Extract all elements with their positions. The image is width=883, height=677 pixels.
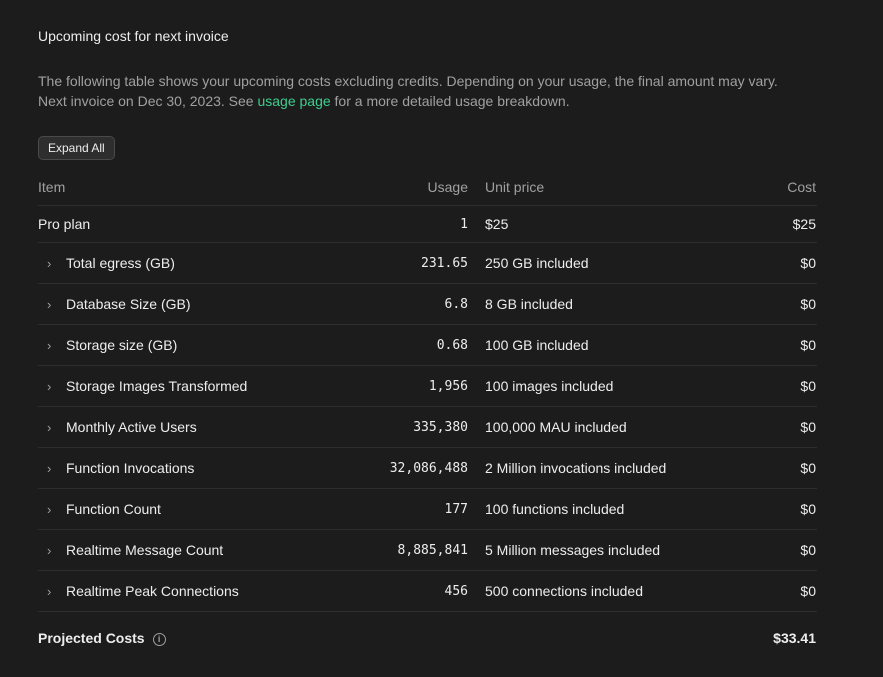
row-unit-price: 100 images included: [485, 365, 745, 407]
row-usage: 335,380: [338, 406, 485, 448]
row-usage: 8,885,841: [338, 529, 485, 571]
chevron-right-icon[interactable]: ›: [38, 256, 66, 271]
expand-all-button[interactable]: Expand All: [38, 136, 115, 160]
chevron-right-icon[interactable]: ›: [38, 420, 66, 435]
plan-usage: 1: [338, 205, 485, 243]
row-unit-price: 100 functions included: [485, 488, 745, 530]
table-row-total: Projected Costs i $33.41: [38, 612, 817, 665]
column-header-usage: Usage: [338, 169, 485, 206]
chevron-right-icon[interactable]: ›: [38, 502, 66, 517]
column-header-item: Item: [38, 169, 338, 206]
plan-item: Pro plan: [38, 205, 338, 243]
row-cost: $0: [745, 365, 817, 407]
row-usage: 456: [338, 570, 485, 612]
row-usage: 1,956: [338, 365, 485, 407]
row-unit-price: 2 Million invocations included: [485, 447, 745, 489]
row-usage: 231.65: [338, 242, 485, 284]
row-item: Function Invocations: [66, 460, 195, 476]
row-item: Storage Images Transformed: [66, 378, 248, 394]
row-item: Monthly Active Users: [66, 419, 197, 435]
table-row[interactable]: › Function Count 177 100 functions includ…: [38, 488, 817, 530]
row-cost: $0: [745, 488, 817, 530]
table-row[interactable]: › Storage Images Transformed 1,956 100 im…: [38, 365, 817, 407]
row-cost: $0: [745, 447, 817, 489]
description-line-2: Next invoice on Dec 30, 2023. See usage …: [38, 91, 817, 111]
row-cost: $0: [745, 283, 817, 325]
row-usage: 6.8: [338, 283, 485, 325]
table-header-row: Item Usage Unit price Cost: [38, 169, 817, 206]
row-item: Realtime Message Count: [66, 542, 224, 558]
row-usage: 177: [338, 488, 485, 530]
chevron-right-icon[interactable]: ›: [38, 297, 66, 312]
projected-costs-value: $33.41: [773, 630, 816, 646]
chevron-right-icon[interactable]: ›: [38, 461, 66, 476]
row-item: Storage size (GB): [66, 337, 178, 353]
chevron-right-icon[interactable]: ›: [38, 584, 66, 599]
table-row[interactable]: › Total egress (GB) 231.65 250 GB include…: [38, 242, 817, 284]
table-row[interactable]: › Realtime Message Count 8,885,841 5 Mill…: [38, 529, 817, 571]
chevron-right-icon[interactable]: ›: [38, 543, 66, 558]
description-suffix: for a more detailed usage breakdown.: [330, 93, 570, 109]
row-cost: $0: [745, 406, 817, 448]
column-header-unit-price: Unit price: [485, 169, 745, 206]
row-cost: $0: [745, 570, 817, 612]
info-icon[interactable]: i: [152, 633, 166, 646]
row-item: Total egress (GB): [66, 255, 175, 271]
row-item: Database Size (GB): [66, 296, 191, 312]
table-row[interactable]: › Database Size (GB) 6.8 8 GB included $0: [38, 283, 817, 325]
projected-costs-label: Projected Costs: [38, 630, 145, 646]
column-header-cost: Cost: [745, 169, 817, 206]
row-cost: $0: [745, 242, 817, 284]
table-row[interactable]: › Function Invocations 32,086,488 2 Milli…: [38, 447, 817, 489]
row-unit-price: 500 connections included: [485, 570, 745, 612]
row-usage: 0.68: [338, 324, 485, 366]
row-cost: $0: [745, 529, 817, 571]
chevron-right-icon[interactable]: ›: [38, 338, 66, 353]
description-prefix: Next invoice on Dec 30, 2023. See: [38, 93, 258, 109]
row-unit-price: 100 GB included: [485, 324, 745, 366]
row-item: Realtime Peak Connections: [66, 583, 239, 599]
table-row[interactable]: › Storage size (GB) 0.68 100 GB included …: [38, 324, 817, 366]
section-title: Upcoming cost for next invoice: [38, 28, 229, 44]
row-unit-price: 5 Million messages included: [485, 529, 745, 571]
row-usage: 32,086,488: [338, 447, 485, 489]
row-unit-price: 8 GB included: [485, 283, 745, 325]
row-cost: $0: [745, 324, 817, 366]
table-row[interactable]: › Realtime Peak Connections 456 500 conne…: [38, 570, 817, 612]
usage-page-link[interactable]: usage page: [257, 93, 330, 109]
chevron-right-icon[interactable]: ›: [38, 379, 66, 394]
cost-table: Item Usage Unit price Cost Pro plan 1 $2…: [38, 169, 817, 664]
table-row[interactable]: › Monthly Active Users 335,380 100,000 MA…: [38, 406, 817, 448]
row-unit-price: 100,000 MAU included: [485, 406, 745, 448]
description-line-1: The following table shows your upcoming …: [38, 73, 778, 89]
plan-cost: $25: [745, 205, 817, 243]
row-unit-price: 250 GB included: [485, 242, 745, 284]
plan-unit-price: $25: [485, 205, 745, 243]
row-item: Function Count: [66, 501, 161, 517]
table-row-plan: Pro plan 1 $25 $25: [38, 205, 817, 243]
section-description: The following table shows your upcoming …: [38, 71, 817, 111]
